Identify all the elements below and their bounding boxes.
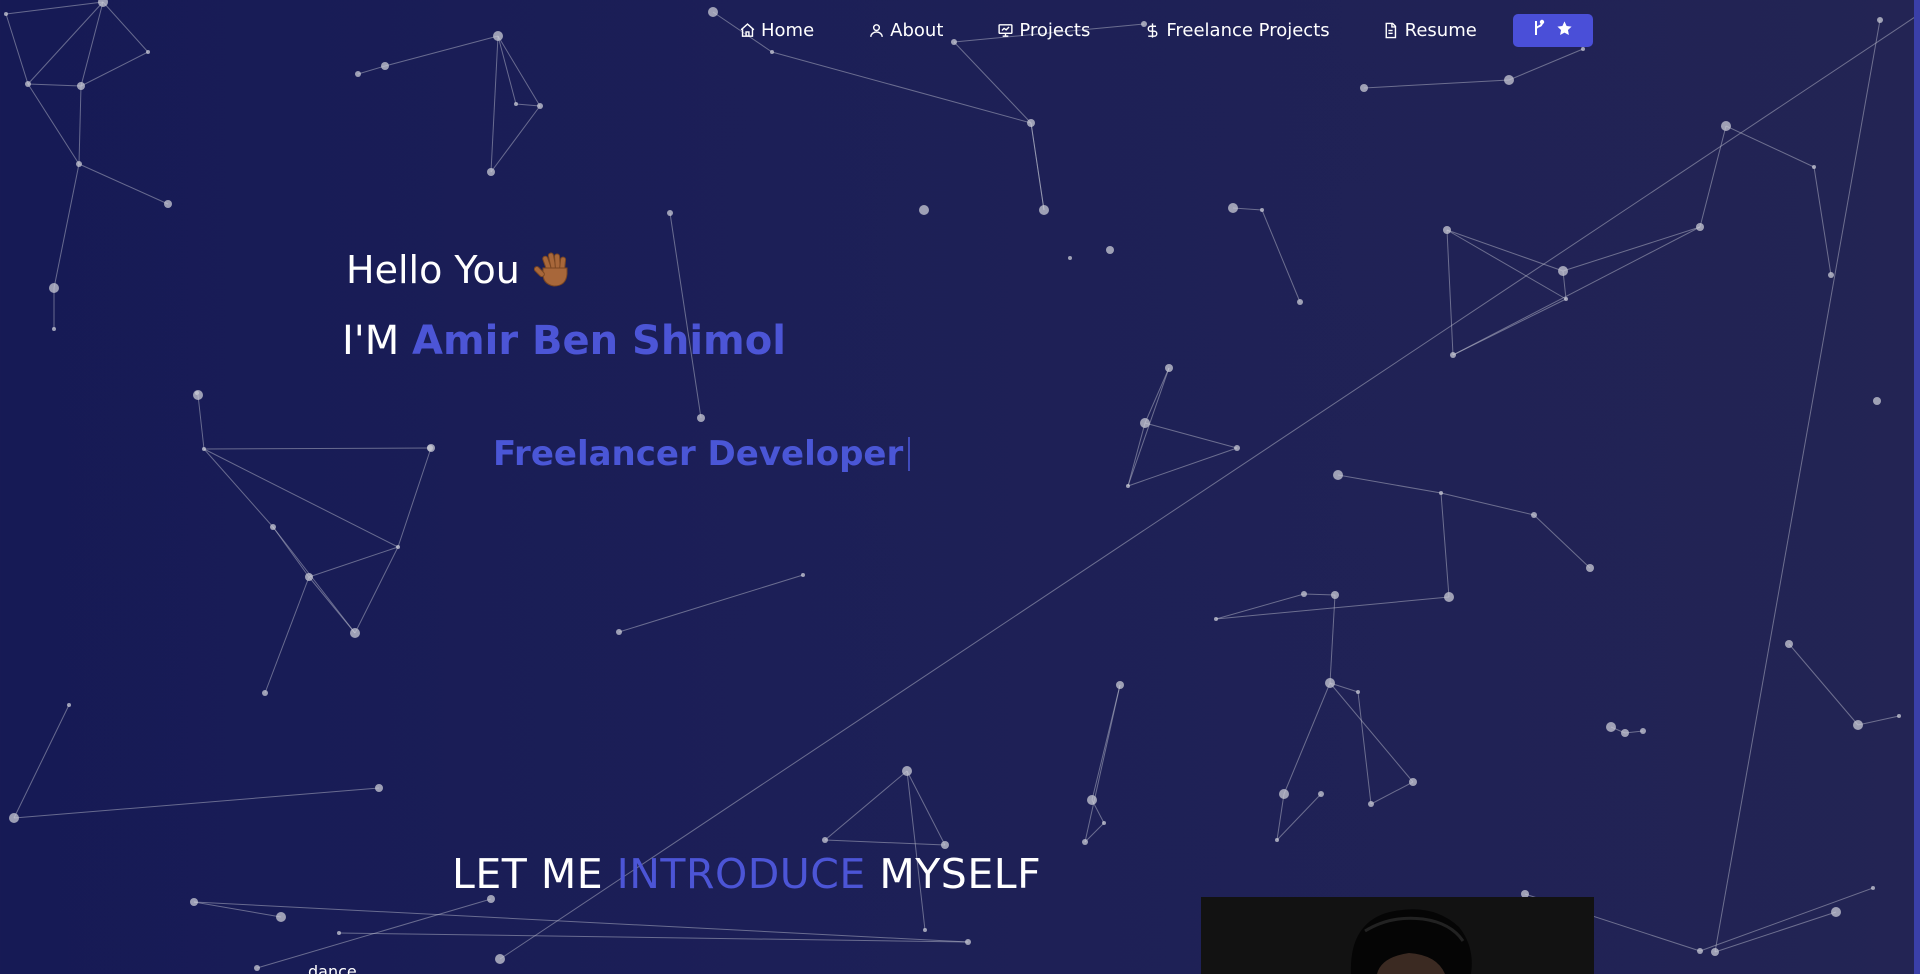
home-icon — [738, 21, 756, 39]
hero-name-line: I'M Amir Ben Shimol — [342, 318, 786, 364]
presentation-icon — [996, 21, 1014, 39]
scrollbar-accent[interactable] — [1914, 0, 1920, 974]
nav-resume-label: Resume — [1404, 19, 1477, 41]
hero-typewriter-role: Freelancer Developer — [493, 434, 911, 474]
nav-about-label: About — [890, 19, 944, 41]
star-icon — [1556, 20, 1573, 41]
nav-about[interactable]: About — [867, 20, 943, 41]
git-fork-icon — [1532, 19, 1546, 41]
profile-photo — [1201, 897, 1594, 974]
intro-heading-part2: MYSELF — [879, 850, 1042, 898]
user-icon — [867, 21, 885, 39]
intro-heading-part1: LET ME — [452, 850, 604, 898]
document-icon — [1382, 21, 1400, 39]
nav-projects[interactable]: Projects — [996, 20, 1090, 41]
nav-freelance-projects[interactable]: Freelance Projects — [1143, 19, 1330, 41]
intro-body-text: dance — [308, 962, 357, 974]
typewriter-cursor — [908, 437, 911, 471]
intro-heading-accent: INTRODUCE — [616, 850, 866, 898]
hero-name: Amir Ben Shimol — [412, 318, 786, 364]
nav-freelance-projects-label: Freelance Projects — [1166, 19, 1330, 41]
nav-home[interactable]: Home — [738, 20, 814, 41]
intro-heading: LET ME INTRODUCE MYSELF — [452, 850, 1041, 898]
hero-greeting: Hello You — [346, 248, 574, 292]
nav-home-label: Home — [761, 19, 815, 41]
hero-greeting-text: Hello You — [346, 248, 520, 292]
top-navbar: Home About Projects Freelance Projects R… — [738, 12, 1593, 48]
github-star-fork-button[interactable] — [1512, 13, 1593, 47]
nav-resume[interactable]: Resume — [1382, 20, 1477, 41]
hero-name-prefix: I'M — [342, 318, 400, 364]
particle-network-background — [4, 0, 1920, 971]
hero-role-text: Freelancer Developer — [493, 434, 904, 474]
nav-projects-label: Projects — [1019, 19, 1091, 41]
dollar-icon — [1143, 21, 1161, 39]
waving-hand-icon — [533, 250, 574, 290]
